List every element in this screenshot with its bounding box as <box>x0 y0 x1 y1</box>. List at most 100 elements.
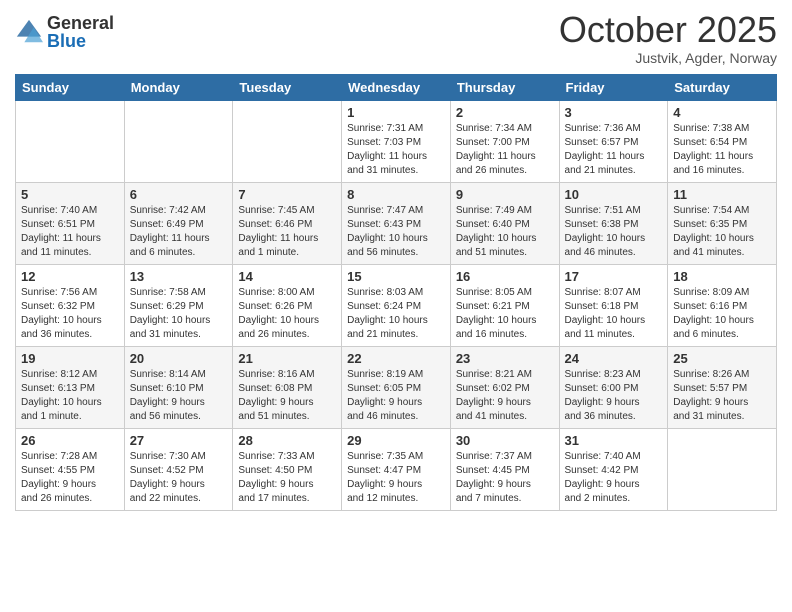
day-number: 26 <box>21 433 119 448</box>
day-info: Sunrise: 8:07 AM Sunset: 6:18 PM Dayligh… <box>565 286 663 342</box>
calendar-cell: 22 Sunrise: 8:19 AM Sunset: 6:05 PM Dayli… <box>342 346 451 428</box>
day-number: 11 <box>673 187 771 202</box>
calendar-day-header: Friday <box>559 74 668 100</box>
logo: General Blue <box>15 14 114 50</box>
day-info: Sunrise: 7:30 AM Sunset: 4:52 PM Dayligh… <box>130 450 228 506</box>
day-number: 4 <box>673 105 771 120</box>
calendar-cell: 19 Sunrise: 8:12 AM Sunset: 6:13 PM Dayli… <box>16 346 125 428</box>
day-number: 23 <box>456 351 554 366</box>
day-info: Sunrise: 7:56 AM Sunset: 6:32 PM Dayligh… <box>21 286 119 342</box>
calendar: SundayMondayTuesdayWednesdayThursdayFrid… <box>15 74 777 511</box>
day-info: Sunrise: 8:14 AM Sunset: 6:10 PM Dayligh… <box>130 368 228 424</box>
day-info: Sunrise: 8:12 AM Sunset: 6:13 PM Dayligh… <box>21 368 119 424</box>
header: General Blue October 2025 Justvik, Agder… <box>15 10 777 66</box>
logo-blue-text: Blue <box>47 32 114 50</box>
calendar-day-header: Saturday <box>668 74 777 100</box>
calendar-cell: 21 Sunrise: 8:16 AM Sunset: 6:08 PM Dayli… <box>233 346 342 428</box>
calendar-cell: 17 Sunrise: 8:07 AM Sunset: 6:18 PM Dayli… <box>559 264 668 346</box>
day-number: 2 <box>456 105 554 120</box>
calendar-cell: 20 Sunrise: 8:14 AM Sunset: 6:10 PM Dayli… <box>124 346 233 428</box>
calendar-cell: 12 Sunrise: 7:56 AM Sunset: 6:32 PM Dayli… <box>16 264 125 346</box>
day-info: Sunrise: 7:49 AM Sunset: 6:40 PM Dayligh… <box>456 204 554 260</box>
calendar-cell: 1 Sunrise: 7:31 AM Sunset: 7:03 PM Daylig… <box>342 100 451 182</box>
day-number: 17 <box>565 269 663 284</box>
day-info: Sunrise: 8:23 AM Sunset: 6:00 PM Dayligh… <box>565 368 663 424</box>
calendar-cell <box>233 100 342 182</box>
day-info: Sunrise: 7:58 AM Sunset: 6:29 PM Dayligh… <box>130 286 228 342</box>
calendar-cell <box>124 100 233 182</box>
day-info: Sunrise: 7:42 AM Sunset: 6:49 PM Dayligh… <box>130 204 228 260</box>
calendar-cell: 24 Sunrise: 8:23 AM Sunset: 6:00 PM Dayli… <box>559 346 668 428</box>
day-number: 19 <box>21 351 119 366</box>
calendar-cell: 10Sunrise: 7:51 AM Sunset: 6:38 PM Dayli… <box>559 182 668 264</box>
day-info: Sunrise: 7:33 AM Sunset: 4:50 PM Dayligh… <box>238 450 336 506</box>
day-info: Sunrise: 7:45 AM Sunset: 6:46 PM Dayligh… <box>238 204 336 260</box>
day-number: 24 <box>565 351 663 366</box>
day-number: 1 <box>347 105 445 120</box>
calendar-cell: 26 Sunrise: 7:28 AM Sunset: 4:55 PM Dayli… <box>16 428 125 510</box>
day-number: 6 <box>130 187 228 202</box>
calendar-week-row: 5 Sunrise: 7:40 AM Sunset: 6:51 PM Daylig… <box>16 182 777 264</box>
day-info: Sunrise: 7:31 AM Sunset: 7:03 PM Dayligh… <box>347 122 445 178</box>
day-info: Sunrise: 8:26 AM Sunset: 5:57 PM Dayligh… <box>673 368 771 424</box>
day-number: 5 <box>21 187 119 202</box>
day-info: Sunrise: 8:00 AM Sunset: 6:26 PM Dayligh… <box>238 286 336 342</box>
calendar-cell: 2 Sunrise: 7:34 AM Sunset: 7:00 PM Daylig… <box>450 100 559 182</box>
day-number: 31 <box>565 433 663 448</box>
calendar-cell: 5 Sunrise: 7:40 AM Sunset: 6:51 PM Daylig… <box>16 182 125 264</box>
calendar-cell: 30 Sunrise: 7:37 AM Sunset: 4:45 PM Dayli… <box>450 428 559 510</box>
logo-text: General Blue <box>47 14 114 50</box>
calendar-cell: 16Sunrise: 8:05 AM Sunset: 6:21 PM Dayli… <box>450 264 559 346</box>
day-info: Sunrise: 7:34 AM Sunset: 7:00 PM Dayligh… <box>456 122 554 178</box>
calendar-cell <box>668 428 777 510</box>
day-number: 28 <box>238 433 336 448</box>
day-info: Sunrise: 7:51 AM Sunset: 6:38 PM Dayligh… <box>565 204 663 260</box>
calendar-cell: 18Sunrise: 8:09 AM Sunset: 6:16 PM Dayli… <box>668 264 777 346</box>
logo-icon <box>15 18 43 46</box>
day-number: 25 <box>673 351 771 366</box>
day-info: Sunrise: 7:40 AM Sunset: 6:51 PM Dayligh… <box>21 204 119 260</box>
day-info: Sunrise: 8:03 AM Sunset: 6:24 PM Dayligh… <box>347 286 445 342</box>
location: Justvik, Agder, Norway <box>559 50 777 66</box>
day-number: 27 <box>130 433 228 448</box>
page: General Blue October 2025 Justvik, Agder… <box>0 0 792 526</box>
calendar-week-row: 1 Sunrise: 7:31 AM Sunset: 7:03 PM Daylig… <box>16 100 777 182</box>
calendar-cell: 4Sunrise: 7:38 AM Sunset: 6:54 PM Daylig… <box>668 100 777 182</box>
calendar-cell: 23 Sunrise: 8:21 AM Sunset: 6:02 PM Dayli… <box>450 346 559 428</box>
day-info: Sunrise: 8:09 AM Sunset: 6:16 PM Dayligh… <box>673 286 771 342</box>
day-info: Sunrise: 7:35 AM Sunset: 4:47 PM Dayligh… <box>347 450 445 506</box>
day-info: Sunrise: 7:28 AM Sunset: 4:55 PM Dayligh… <box>21 450 119 506</box>
calendar-header-row: SundayMondayTuesdayWednesdayThursdayFrid… <box>16 74 777 100</box>
day-info: Sunrise: 8:16 AM Sunset: 6:08 PM Dayligh… <box>238 368 336 424</box>
day-number: 30 <box>456 433 554 448</box>
day-number: 8 <box>347 187 445 202</box>
calendar-day-header: Sunday <box>16 74 125 100</box>
day-number: 12 <box>21 269 119 284</box>
calendar-cell: 9Sunrise: 7:49 AM Sunset: 6:40 PM Daylig… <box>450 182 559 264</box>
calendar-cell: 3 Sunrise: 7:36 AM Sunset: 6:57 PM Daylig… <box>559 100 668 182</box>
day-number: 15 <box>347 269 445 284</box>
calendar-cell <box>16 100 125 182</box>
day-info: Sunrise: 7:40 AM Sunset: 4:42 PM Dayligh… <box>565 450 663 506</box>
day-number: 29 <box>347 433 445 448</box>
day-info: Sunrise: 7:36 AM Sunset: 6:57 PM Dayligh… <box>565 122 663 178</box>
calendar-cell: 25 Sunrise: 8:26 AM Sunset: 5:57 PM Dayli… <box>668 346 777 428</box>
day-number: 20 <box>130 351 228 366</box>
day-info: Sunrise: 8:21 AM Sunset: 6:02 PM Dayligh… <box>456 368 554 424</box>
day-number: 3 <box>565 105 663 120</box>
calendar-cell: 11 Sunrise: 7:54 AM Sunset: 6:35 PM Dayli… <box>668 182 777 264</box>
day-number: 22 <box>347 351 445 366</box>
day-info: Sunrise: 8:19 AM Sunset: 6:05 PM Dayligh… <box>347 368 445 424</box>
calendar-day-header: Wednesday <box>342 74 451 100</box>
day-info: Sunrise: 7:54 AM Sunset: 6:35 PM Dayligh… <box>673 204 771 260</box>
calendar-cell: 27 Sunrise: 7:30 AM Sunset: 4:52 PM Dayli… <box>124 428 233 510</box>
calendar-cell: 28 Sunrise: 7:33 AM Sunset: 4:50 PM Dayli… <box>233 428 342 510</box>
calendar-day-header: Monday <box>124 74 233 100</box>
day-number: 21 <box>238 351 336 366</box>
calendar-cell: 15 Sunrise: 8:03 AM Sunset: 6:24 PM Dayli… <box>342 264 451 346</box>
calendar-cell: 7Sunrise: 7:45 AM Sunset: 6:46 PM Daylig… <box>233 182 342 264</box>
day-number: 14 <box>238 269 336 284</box>
day-info: Sunrise: 7:37 AM Sunset: 4:45 PM Dayligh… <box>456 450 554 506</box>
day-info: Sunrise: 8:05 AM Sunset: 6:21 PM Dayligh… <box>456 286 554 342</box>
calendar-cell: 14 Sunrise: 8:00 AM Sunset: 6:26 PM Dayli… <box>233 264 342 346</box>
